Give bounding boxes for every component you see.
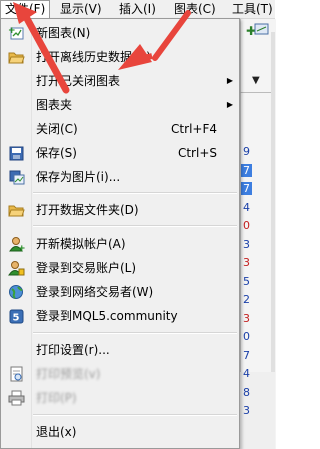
price-digit: 7 — [243, 348, 250, 362]
menu-file[interactable]: 文件(F) — [0, 0, 51, 19]
price-digit: 2 — [243, 293, 250, 306]
menu-separator — [33, 225, 237, 227]
menu-item-open-offline[interactable]: 打开离线历史数据(O) — [3, 46, 239, 68]
menu-separator — [33, 332, 237, 334]
price-digit: 3 — [243, 311, 250, 325]
menu-separator — [33, 414, 237, 416]
menu-item-label: 保存(S) — [36, 146, 77, 160]
menu-item-label: 图表夹 — [36, 98, 73, 112]
price-digit: 3 — [243, 237, 250, 251]
menu-shortcut: Ctrl+F4 — [171, 122, 217, 136]
menu-insert[interactable]: 插入(I) — [115, 1, 160, 17]
printer-icon — [8, 390, 25, 406]
menu-separator — [33, 192, 237, 194]
toolbar-icon — [254, 23, 269, 35]
menu-item-label: 打印设置(r)... — [36, 343, 110, 357]
menu-item-label: 打开数据文件夹(D) — [36, 203, 139, 217]
new-chart-icon: + — [8, 25, 25, 41]
menu-item-print[interactable]: 打印(P) — [3, 387, 239, 409]
menu-bar: 文件(F) 显示(V) 插入(I) 图表(C) 工具(T) — [0, 0, 275, 19]
menu-item-label: 保存为图片(i)... — [36, 170, 121, 184]
menu-item-label: 打印预览(v) — [36, 367, 101, 381]
menu-item-exit[interactable]: 退出(x) — [3, 421, 239, 443]
menu-item-save-as-picture[interactable]: 保存为图片(i)... — [3, 166, 239, 188]
mql5-icon: 5 — [8, 308, 25, 324]
menu-item-print-setup[interactable]: 打印设置(r)... — [3, 339, 239, 361]
submenu-arrow-icon: ▶ — [226, 76, 233, 85]
menu-item-label: 打印(P) — [36, 391, 77, 405]
menu-item-print-preview[interactable]: 打印预览(v) — [3, 363, 239, 385]
open-folder-icon — [8, 49, 25, 65]
price-digit: 5 — [243, 274, 250, 288]
submenu-arrow-icon: ▶ — [226, 100, 233, 109]
file-menu: + 新图表(N) 打开离线历史数据(O) 打开已关闭图表 ▶ 图表夹 ▶ 关闭(… — [0, 18, 240, 449]
svg-text:+: + — [18, 244, 25, 252]
divider — [240, 92, 275, 93]
login-account-icon — [8, 260, 25, 276]
price-digit: 7 — [243, 182, 250, 195]
price-digit: 0 — [243, 330, 250, 343]
menu-item-new-chart[interactable]: + 新图表(N) — [3, 22, 239, 44]
menu-item-login-trade[interactable]: 登录到交易账户(L) — [3, 257, 239, 279]
menu-shortcut: Ctrl+S — [177, 146, 217, 160]
save-icon — [8, 145, 25, 161]
add-account-icon: + — [8, 236, 25, 252]
price-digit: 0 — [243, 219, 250, 232]
price-digit: 4 — [243, 367, 250, 380]
menu-view[interactable]: 显示(V) — [56, 1, 106, 17]
menu-item-open-demo-account[interactable]: + 开新模拟帐户(A) — [3, 233, 239, 255]
save-picture-icon — [8, 169, 25, 185]
menu-item-label: 退出(x) — [36, 425, 77, 439]
menu-item-label: 新图表(N) — [36, 26, 91, 40]
price-digit: 3 — [243, 404, 250, 417]
menu-item-open-data-folder[interactable]: 打开数据文件夹(D) — [3, 199, 239, 221]
web-trader-icon — [8, 284, 25, 300]
menu-item-label: 关闭(C) — [36, 122, 78, 136]
menu-item-login-mql5[interactable]: 5 登录到MQL5.community — [3, 305, 239, 327]
menu-item-chart-folder[interactable]: 图表夹 ▶ — [3, 94, 239, 116]
svg-text:5: 5 — [13, 313, 20, 324]
price-digit: 7 — [243, 163, 250, 177]
menu-item-label: 登录到MQL5.community — [36, 309, 178, 323]
menu-item-label: 登录到交易账户(L) — [36, 261, 137, 275]
dropdown-arrow-icon: ▼ — [252, 75, 260, 86]
price-digit: 9 — [243, 145, 250, 158]
menu-item-label: 打开离线历史数据(O) — [36, 50, 151, 64]
price-digit: 3 — [243, 256, 250, 269]
menu-tools[interactable]: 工具(T) — [228, 1, 277, 17]
menu-item-label: 登录到网络交易者(W) — [36, 285, 154, 299]
data-folder-icon — [8, 202, 25, 218]
print-preview-icon — [8, 366, 25, 382]
menu-item-login-web-trader[interactable]: 登录到网络交易者(W) — [3, 281, 239, 303]
menu-item-label: 开新模拟帐户(A) — [36, 237, 126, 251]
menu-item-label: 打开已关闭图表 — [36, 74, 121, 88]
menu-item-save[interactable]: 保存(S) Ctrl+S — [3, 142, 239, 164]
menu-item-close[interactable]: 关闭(C) Ctrl+F4 — [3, 118, 239, 140]
price-digit: 8 — [243, 385, 250, 399]
svg-text:+: + — [8, 26, 16, 36]
menu-item-open-closed-charts[interactable]: 打开已关闭图表 ▶ — [3, 70, 239, 92]
price-digit: 4 — [243, 200, 250, 214]
menu-charts[interactable]: 图表(C) — [170, 1, 220, 17]
